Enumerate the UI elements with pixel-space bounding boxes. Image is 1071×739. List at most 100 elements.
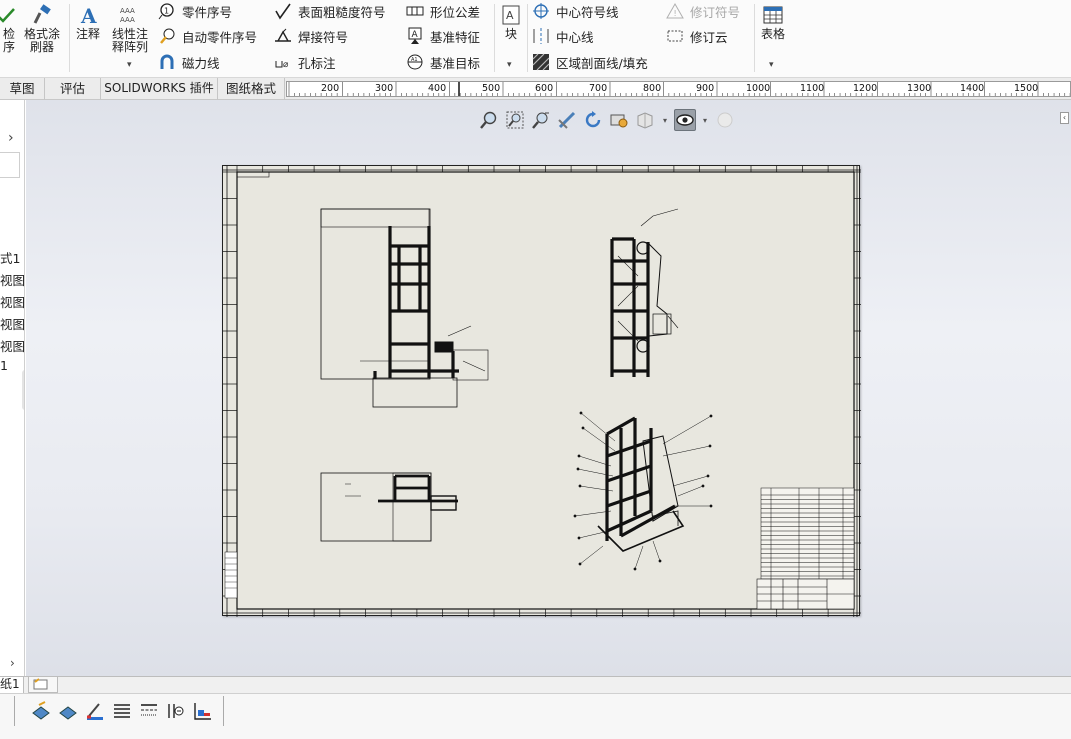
balloon-label: 零件序号 (182, 4, 233, 20)
balloon-dot (701, 484, 705, 488)
command-manager-tabs: 草图 评估 SOLIDWORKS 插件 图纸格式 200 300 400 500… (0, 78, 1071, 100)
block-button[interactable]: A 块 (498, 4, 524, 41)
layer-properties-button[interactable] (30, 700, 52, 722)
hole-callout-button[interactable]: ⌀ 孔标注 (274, 51, 336, 73)
gdt-icon (406, 2, 424, 20)
color-display-mode-button[interactable] (192, 700, 214, 722)
display-style-button[interactable] (634, 109, 656, 131)
area-hatch-button[interactable]: 区域剖面线/填充 (532, 51, 648, 73)
centerline-label: 中心线 (556, 29, 594, 45)
note-pattern-icon: AAA AAA (120, 7, 135, 24)
balloon-dot (709, 504, 713, 508)
drawing-canvas[interactable]: ▾ ▾ ‹ (26, 100, 1071, 676)
line-style-button[interactable] (111, 700, 133, 722)
title-block (756, 578, 855, 610)
line-color-button[interactable] (57, 700, 79, 722)
color-display-icon (194, 703, 211, 720)
surface-finish-label: 表面粗糙度符号 (298, 4, 386, 20)
chevron-down-icon[interactable]: ▾ (127, 60, 132, 70)
datum-feature-label: 基准特征 (430, 29, 481, 45)
zoom-to-area-button[interactable] (504, 109, 526, 131)
check-button[interactable]: 检 序 (0, 4, 18, 54)
previous-view-icon (532, 112, 549, 129)
hide-show-items-button[interactable] (674, 109, 696, 131)
hide-show-edges-button[interactable] (165, 700, 187, 722)
tab-evaluate[interactable]: 评估 (45, 78, 101, 100)
tab-sketch[interactable]: 草图 (0, 78, 45, 100)
tree-item[interactable]: 视图 (0, 270, 24, 289)
balloon-dot (577, 536, 581, 540)
tree-item[interactable]: 视图 (0, 292, 24, 311)
ruler-label: 800 (643, 83, 662, 94)
panel-splitter-handle[interactable] (22, 370, 24, 410)
panel-filter-box[interactable] (0, 152, 20, 178)
ribbon-separator (494, 4, 495, 72)
centermark-button[interactable]: 中心符号线 (532, 0, 619, 22)
weld-symbol-button[interactable]: 焊接符号 (274, 25, 348, 47)
note-button[interactable]: A 注释 (72, 4, 104, 41)
chevron-down-icon[interactable]: ▾ (507, 60, 512, 70)
task-pane-toggle[interactable]: ‹ (1060, 112, 1069, 124)
sheet-tab[interactable]: 纸1 (0, 677, 24, 693)
balloon-leader-line (662, 445, 711, 457)
auto-balloon-button[interactable]: 自动零件序号 (158, 25, 257, 47)
magnetic-line-button[interactable]: 磁力线 (158, 51, 220, 73)
balloon-leader-line (634, 545, 644, 570)
datum-feature-icon: A (406, 27, 424, 45)
balloon-button[interactable]: 1 零件序号 (158, 0, 232, 22)
format-painter-button[interactable]: 格式涂 刷器 (20, 4, 64, 54)
previous-view-button[interactable] (530, 109, 552, 131)
datum-target-button[interactable]: A1 基准目标 (406, 51, 480, 73)
tree-item[interactable]: 视图 (0, 336, 24, 355)
tree-item[interactable]: 1 (0, 358, 8, 373)
line-thickness-button[interactable] (84, 700, 106, 722)
tree-item[interactable]: 式1 (0, 248, 20, 267)
balloon-dot (578, 562, 582, 566)
revision-symbol-button[interactable]: ! 修订符号 (666, 0, 740, 22)
balloon-dot (578, 484, 582, 488)
chevron-down-icon[interactable]: ▾ (660, 109, 670, 131)
gdt-button[interactable]: 形位公差 (406, 0, 480, 22)
linear-note-pattern-button[interactable]: AAA AAA 线性注 释阵列 (108, 4, 152, 54)
zoom-to-fit-button[interactable] (478, 109, 500, 131)
line-color-icon (59, 706, 77, 720)
expand-panel-arrow[interactable]: › (8, 130, 14, 146)
drawing-sheet[interactable] (222, 165, 861, 617)
ruler-label: 1100 (800, 83, 825, 94)
line-pattern-button[interactable] (138, 700, 160, 722)
appearance-button[interactable] (608, 109, 630, 131)
isometric-view (573, 411, 713, 571)
balloon-dot (581, 426, 585, 430)
scene-button[interactable] (714, 109, 736, 131)
chevron-down-icon[interactable]: ▾ (769, 60, 774, 70)
revision-cloud-button[interactable]: 修订云 (666, 25, 728, 47)
weld-symbol-icon (274, 27, 292, 45)
svg-text:A: A (80, 4, 97, 26)
svg-text:A: A (412, 30, 419, 40)
centerline-button[interactable]: 中心线 (532, 25, 594, 47)
tab-sheet-format[interactable]: 图纸格式 (218, 78, 285, 100)
chevron-down-icon[interactable]: ▾ (700, 109, 710, 131)
tab-solidworks-addins[interactable]: SOLIDWORKS 插件 (101, 78, 218, 100)
balloon-leader-line (672, 475, 709, 487)
toolbar-separator (14, 696, 15, 726)
weld-symbol-label: 焊接符号 (298, 29, 349, 45)
format-painter-icon (33, 4, 51, 24)
section-view-button[interactable] (556, 109, 578, 131)
svg-text:AAA: AAA (120, 16, 135, 24)
add-sheet-button[interactable] (28, 677, 58, 693)
rotate-view-button[interactable] (582, 109, 604, 131)
toolbar-separator (223, 696, 224, 726)
tree-item[interactable]: 视图 (0, 314, 24, 333)
magnet-icon (158, 53, 176, 71)
datum-feature-button[interactable]: A 基准特征 (406, 25, 480, 47)
surface-finish-button[interactable]: 表面粗糙度符号 (274, 0, 386, 22)
table-button[interactable]: 表格 (758, 4, 788, 41)
auto-balloon-icon (158, 27, 176, 45)
hole-callout-icon: ⌀ (274, 53, 292, 71)
auto-balloon-label: 自动零件序号 (182, 29, 258, 45)
display-style-icon (637, 112, 653, 129)
expand-panel-arrow[interactable]: › (10, 656, 15, 670)
front-view (320, 208, 489, 408)
eye-icon (676, 114, 694, 126)
